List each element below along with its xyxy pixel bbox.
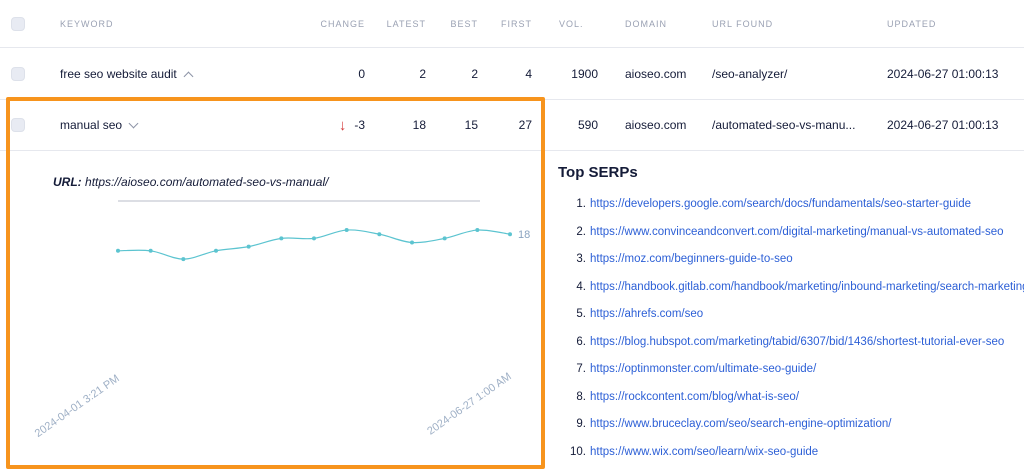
- row-checkbox-cell[interactable]: [11, 100, 25, 150]
- serp-link[interactable]: https://www.bruceclay.com/seo/search-eng…: [590, 418, 891, 430]
- column-header-first[interactable]: FIRST: [480, 0, 532, 47]
- serp-item[interactable]: 6. https://blog.hubspot.com/marketing/tab…: [562, 336, 1024, 364]
- chart-point: [442, 236, 447, 241]
- position-history-chart: 18 2024-04-01 3:21 PM 2024-06-27 1:00 AM: [33, 200, 530, 440]
- serp-rank: 8.: [576, 390, 586, 403]
- column-header-change[interactable]: CHANGE: [300, 0, 365, 47]
- select-all-checkbox-cell[interactable]: [11, 0, 25, 47]
- chart-point: [279, 236, 284, 241]
- change-cell: ↓ -3: [300, 100, 365, 150]
- column-header-latest[interactable]: LATEST: [370, 0, 426, 47]
- row-checkbox[interactable]: [11, 118, 25, 132]
- chart-end-label: 18: [518, 229, 530, 241]
- first-cell: 27: [518, 118, 532, 132]
- latest-cell: 18: [412, 118, 426, 132]
- column-header-keyword[interactable]: KEYWORD: [60, 0, 114, 47]
- chart-point: [246, 244, 251, 249]
- updated-cell: 2024-06-27 01:00:13: [887, 67, 999, 81]
- serp-link[interactable]: https://www.wix.com/seo/learn/wix-seo-gu…: [590, 446, 818, 458]
- keyword-cell[interactable]: free seo website audit: [60, 49, 194, 99]
- serp-link[interactable]: https://blog.hubspot.com/marketing/tabid…: [590, 336, 1004, 348]
- change-value: -3: [354, 118, 365, 132]
- best-cell: 15: [464, 118, 478, 132]
- serp-item[interactable]: 10. https://www.wix.com/seo/learn/wix-seo…: [562, 446, 1024, 474]
- serp-item[interactable]: 1. https://developers.google.com/search/d…: [562, 198, 1024, 226]
- table-row[interactable]: free seo website audit 0 2 2 4 1900 aios…: [0, 49, 1024, 100]
- chart-point: [181, 257, 186, 262]
- serp-link[interactable]: https://rockcontent.com/blog/what-is-seo…: [590, 391, 799, 403]
- chart-point: [475, 228, 480, 233]
- url-found-cell[interactable]: /seo-analyzer/: [712, 49, 787, 99]
- serp-rank: 4.: [576, 280, 586, 293]
- domain-cell: aioseo.com: [625, 118, 687, 132]
- best-cell: 2: [471, 67, 478, 81]
- column-header-vol[interactable]: VOL.: [559, 0, 584, 47]
- latest-cell: 2: [419, 67, 426, 81]
- chart-series-line: [117, 229, 511, 260]
- serp-link[interactable]: https://developers.google.com/search/doc…: [590, 198, 971, 210]
- row-checkbox-cell[interactable]: [11, 49, 25, 99]
- first-cell: 4: [525, 67, 532, 81]
- url-found-cell[interactable]: /automated-seo-vs-manu...: [712, 100, 855, 150]
- serp-link[interactable]: https://handbook.gitlab.com/handbook/mar…: [590, 281, 1024, 293]
- table-header: KEYWORD CHANGE LATEST BEST FIRST VOL. DO…: [0, 0, 1024, 48]
- chart-point: [508, 232, 512, 237]
- chart-x-start-label: 2024-04-01 3:21 PM: [33, 373, 122, 440]
- column-header-url-found[interactable]: URL FOUND: [712, 0, 773, 47]
- serp-item[interactable]: 2. https://www.convinceandconvert.com/dig…: [562, 226, 1024, 254]
- vol-cell: 590: [577, 118, 598, 132]
- serp-rank: 9.: [576, 418, 586, 430]
- row-checkbox[interactable]: [11, 67, 25, 81]
- serp-rank: 1.: [576, 198, 586, 210]
- keyword-text[interactable]: manual seo: [60, 118, 122, 132]
- chart-x-end-label: 2024-06-27 1:00 AM: [425, 371, 514, 438]
- updated-cell: 2024-06-27 01:00:13: [887, 118, 999, 132]
- serp-rank: 7.: [576, 363, 586, 375]
- serp-link[interactable]: https://optinmonster.com/ultimate-seo-gu…: [590, 363, 816, 375]
- top-serps-list: 1. https://developers.google.com/search/d…: [562, 198, 1024, 473]
- select-all-checkbox[interactable]: [11, 16, 25, 31]
- keyword-cell[interactable]: manual seo: [60, 100, 139, 150]
- column-header-domain[interactable]: DOMAIN: [625, 0, 667, 47]
- serp-rank: 5.: [576, 308, 586, 320]
- serp-rank: 10.: [570, 445, 586, 458]
- serp-item[interactable]: 8. https://rockcontent.com/blog/what-is-s…: [562, 391, 1024, 419]
- chart-point: [410, 240, 414, 245]
- serp-item[interactable]: 5. https://ahrefs.com/seo: [562, 308, 1024, 336]
- arrow-down-icon: ↓: [338, 116, 347, 134]
- serp-item[interactable]: 9. https://www.bruceclay.com/seo/search-e…: [562, 418, 1024, 446]
- serp-link[interactable]: https://moz.com/beginners-guide-to-seo: [590, 253, 793, 265]
- serp-rank: 6.: [576, 335, 586, 348]
- top-serps-title: Top SERPs: [558, 164, 638, 181]
- chart-point: [377, 232, 382, 237]
- serp-item[interactable]: 4. https://handbook.gitlab.com/handbook/m…: [562, 281, 1024, 309]
- chevron-down-icon[interactable]: [128, 118, 139, 128]
- chart-point: [214, 248, 218, 253]
- vol-cell: 1900: [571, 67, 598, 81]
- change-cell: 0: [358, 67, 365, 81]
- table-row-expanded[interactable]: manual seo ↓ -3 18 15 27 590 aioseo.com …: [0, 100, 1024, 151]
- serp-item[interactable]: 7. https://optinmonster.com/ultimate-seo-…: [562, 363, 1024, 391]
- chart-point: [116, 248, 120, 253]
- chart-point: [148, 248, 153, 253]
- domain-cell: aioseo.com: [625, 67, 687, 81]
- column-header-updated[interactable]: UPDATED: [887, 0, 936, 47]
- serp-link[interactable]: https://ahrefs.com/seo: [590, 308, 703, 320]
- keyword-text[interactable]: free seo website audit: [60, 67, 177, 81]
- serp-item[interactable]: 3. https://moz.com/beginners-guide-to-seo: [562, 253, 1024, 281]
- chart-point: [312, 236, 316, 241]
- serp-link[interactable]: https://www.convinceandconvert.com/digit…: [590, 226, 1004, 238]
- serp-rank: 3.: [576, 253, 586, 265]
- serp-rank: 2.: [576, 225, 586, 238]
- chart-point: [344, 228, 349, 233]
- chevron-up-icon[interactable]: [183, 71, 194, 82]
- column-header-best[interactable]: BEST: [430, 0, 478, 47]
